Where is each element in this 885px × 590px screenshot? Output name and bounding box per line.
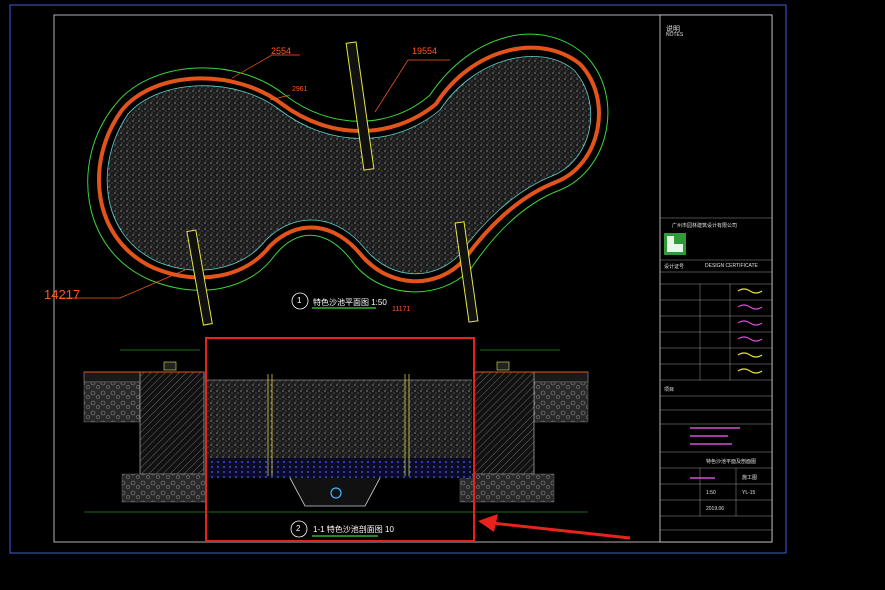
section-center-detail[interactable] [206, 374, 472, 507]
sandpit-plan[interactable] [60, 33, 609, 326]
dim-label-14217: 14217 [44, 287, 81, 302]
section-left-detail [83, 361, 207, 503]
design-no-label: 设计证号 [664, 264, 685, 270]
date: 2019.06 [706, 506, 725, 512]
cad-drawing-canvas[interactable] [0, 0, 885, 590]
scale: 1:50 [706, 490, 716, 496]
company-logo [664, 233, 686, 255]
design-no: DESIGN CERTIFICATE [705, 263, 758, 269]
notes-label-en: NOTES [666, 32, 684, 38]
section-title-number: 2 [296, 524, 301, 533]
highlight-arrow [478, 514, 631, 540]
section-title: 1-1 特色沙池剖面图 10 [313, 525, 394, 534]
dim-label-11171: 11171 [392, 306, 411, 313]
plan-title-number: 1 [297, 296, 302, 305]
stage: 施工图 [742, 475, 758, 481]
project-label: 项目 [664, 387, 675, 393]
company-name: 广州市园林建筑设计有限公司 [672, 223, 738, 229]
dim-label-2554: 2554 [271, 46, 292, 56]
plan-title: 特色沙池平面图 1:50 [313, 298, 387, 307]
dim-label-2961: 2961 [292, 86, 308, 93]
dim-label-19554: 19554 [412, 46, 438, 56]
drawing-name: 特色沙池平面及剖面图 [706, 459, 757, 465]
section-right-detail [459, 361, 589, 503]
sheet-number: YL-15 [742, 490, 756, 496]
